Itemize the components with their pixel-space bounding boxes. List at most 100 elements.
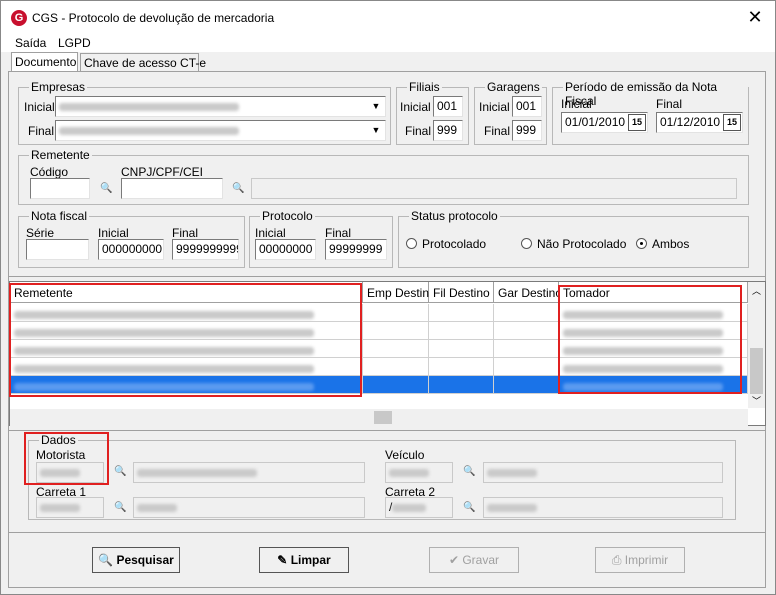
grid-cell[interactable] <box>494 340 559 358</box>
chevron-down-icon[interactable]: ▼ <box>368 122 384 139</box>
close-icon[interactable]: ✕ <box>743 6 767 28</box>
horizontal-scrollbar[interactable] <box>10 409 748 426</box>
empresa-final-select[interactable]: ▼ <box>55 120 386 141</box>
protocolo-inicial-label: Inicial <box>255 226 286 240</box>
filial-inicial-input[interactable]: 001 <box>433 96 463 117</box>
divider <box>8 430 766 431</box>
nota-final-input[interactable]: 9999999999 <box>172 239 239 260</box>
pesquisar-label: Pesquisar <box>116 553 174 567</box>
garagem-final-input[interactable]: 999 <box>512 120 542 141</box>
nota-final-label: Final <box>172 226 199 240</box>
periodo-inicial-date[interactable]: 01/01/2010 15 <box>561 112 648 133</box>
vertical-scrollbar[interactable]: ︿ ﹀ <box>748 282 765 408</box>
grid-cell[interactable] <box>429 322 494 340</box>
binoculars-icon[interactable]: 🔍 <box>463 466 475 477</box>
nota-serie-input[interactable] <box>26 239 89 260</box>
protocolo-final-input[interactable]: 99999999 <box>325 239 387 260</box>
nota-serie-label: Série <box>26 226 55 240</box>
calendar-icon[interactable]: 15 <box>628 114 646 131</box>
chevron-up-icon[interactable]: ︿ <box>752 284 761 297</box>
gravar-button[interactable]: ✔ Gravar <box>429 547 519 573</box>
grid-cell[interactable] <box>494 358 559 376</box>
motorista-nome-field <box>133 462 365 483</box>
printer-icon: ⎙ <box>611 553 625 567</box>
grid-cell[interactable] <box>429 304 494 322</box>
binoculars-icon[interactable]: 🔍 <box>100 183 112 194</box>
grid-cell[interactable] <box>363 376 429 394</box>
menu-bar: Saída LGPD <box>1 34 775 52</box>
scroll-thumb[interactable] <box>374 411 392 424</box>
status-nao-protocolado-label: Não Protocolado <box>537 237 627 251</box>
app-logo-icon: G <box>11 10 27 26</box>
divider <box>8 532 766 533</box>
protocolo-inicial-input[interactable]: 00000000 <box>255 239 316 260</box>
menu-saida[interactable]: Saída <box>15 36 46 50</box>
pesquisar-button[interactable]: 🔍 Pesquisar <box>92 547 180 573</box>
radio-nao-protocolado[interactable] <box>521 238 532 249</box>
col-fil-destino[interactable]: Fil Destino <box>429 282 494 303</box>
periodo-final-date[interactable]: 01/12/2010 15 <box>656 112 743 133</box>
carreta2-descricao-field <box>483 497 723 518</box>
radio-protocolado[interactable] <box>406 238 417 249</box>
grid-cell[interactable] <box>429 340 494 358</box>
col-gar-destino[interactable]: Gar Destino <box>494 282 562 303</box>
chevron-down-icon[interactable]: ﹀ <box>752 394 761 407</box>
tab-documento[interactable]: Documento <box>11 52 78 73</box>
magnifier-icon: 🔍 <box>98 553 117 567</box>
remetente-cnpj-input[interactable] <box>121 178 223 199</box>
garagem-inicial-input[interactable]: 001 <box>512 96 542 117</box>
nota-inicial-label: Inicial <box>98 226 129 240</box>
imprimir-button[interactable]: ⎙ Imprimir <box>595 547 685 573</box>
periodo-final-label: Final <box>656 97 683 111</box>
divider <box>8 276 766 277</box>
garagem-inicial-label: Inicial <box>479 100 510 114</box>
menu-lgpd[interactable]: LGPD <box>58 36 91 50</box>
veiculo-codigo-field <box>385 462 453 483</box>
binoculars-icon[interactable]: 🔍 <box>232 183 244 194</box>
filiais-legend: Filiais <box>407 80 442 94</box>
grid-cell[interactable] <box>429 376 494 394</box>
garagens-legend: Garagens <box>485 80 542 94</box>
calendar-icon[interactable]: 15 <box>723 114 741 131</box>
grid-cell[interactable] <box>363 340 429 358</box>
limpar-label: Limpar <box>290 553 331 567</box>
highlight-box-remetente <box>9 283 362 397</box>
grid-cell[interactable] <box>363 304 429 322</box>
grid-cell[interactable] <box>494 322 559 340</box>
tab-chave-acesso[interactable]: Chave de acesso CT-e <box>80 53 206 73</box>
highlight-box-motorista <box>24 432 109 485</box>
grid-cell[interactable] <box>363 358 429 376</box>
eraser-icon: ✎ <box>277 553 291 567</box>
grid-cell[interactable] <box>363 322 429 340</box>
protocolo-legend: Protocolo <box>260 209 315 223</box>
garagem-final-label: Final <box>484 124 511 138</box>
scroll-thumb[interactable] <box>750 348 763 394</box>
remetente-cnpj-label: CNPJ/CPF/CEI <box>121 165 204 179</box>
remetente-codigo-label: Código <box>30 165 69 179</box>
chevron-down-icon[interactable]: ▼ <box>368 98 384 115</box>
gravar-label: Gravar <box>462 553 500 567</box>
filial-inicial-label: Inicial <box>400 100 431 114</box>
nota-inicial-input[interactable]: 0000000001 <box>98 239 164 260</box>
filial-final-label: Final <box>405 124 432 138</box>
binoculars-icon[interactable]: 🔍 <box>463 502 475 513</box>
empresa-inicial-select[interactable]: ▼ <box>55 96 386 117</box>
status-protocolado-label: Protocolado <box>422 237 487 251</box>
remetente-codigo-input[interactable] <box>30 178 90 199</box>
status-ambos-label: Ambos <box>652 237 690 251</box>
filial-final-input[interactable]: 999 <box>433 120 463 141</box>
limpar-button[interactable]: ✎ Limpar <box>259 547 349 573</box>
binoculars-icon[interactable]: 🔍 <box>114 466 126 477</box>
radio-ambos[interactable] <box>636 238 647 249</box>
check-icon: ✔ <box>448 553 463 567</box>
empresas-legend: Empresas <box>29 80 88 94</box>
grid-cell[interactable] <box>429 358 494 376</box>
status-legend: Status protocolo <box>409 209 500 223</box>
grid-cell[interactable] <box>494 304 559 322</box>
remetente-nome-field <box>251 178 737 199</box>
remetente-legend: Remetente <box>29 148 92 162</box>
protocolo-final-label: Final <box>325 226 352 240</box>
grid-cell[interactable] <box>494 376 559 394</box>
binoculars-icon[interactable]: 🔍 <box>114 502 126 513</box>
col-emp-destino[interactable]: Emp Destino <box>363 282 436 303</box>
